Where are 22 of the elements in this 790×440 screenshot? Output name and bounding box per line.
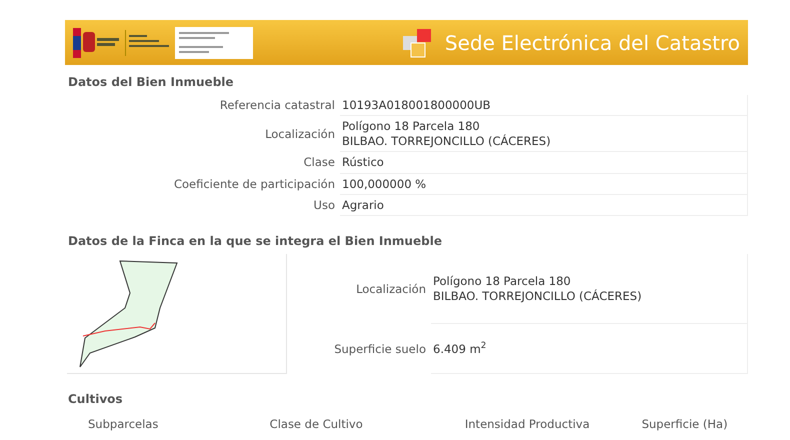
- field-value: Agrario: [340, 194, 748, 216]
- field-label: Superficie suelo: [333, 340, 427, 358]
- field-value: Polígono 18 Parcela 180 BILBAO. TORREJONCILLO (CÁCERES): [340, 116, 748, 152]
- section-heading: Cultivos: [68, 391, 124, 408]
- field-label: Localización: [355, 280, 427, 298]
- field-label: Coeficiente de participación: [172, 176, 336, 193]
- field-label: Referencia catastral: [218, 97, 336, 114]
- column-header: Clase de Cultivo: [270, 416, 364, 434]
- field-label: Uso: [312, 196, 336, 214]
- section-heading: Datos de la Finca en la que se integra el Bien Inmueble: [68, 233, 443, 250]
- field-value: Polígono 18 Parcela 180 BILBAO. TORREJONCILLO (CÁCERES): [431, 254, 748, 324]
- column-header: Intensidad Productiva: [464, 416, 591, 434]
- field-value: 10193A018001800000UB: [340, 95, 748, 116]
- field-value: 6.409 m$^{2}$: [431, 324, 748, 374]
- site-title: Sede Electrónica del Catastro: [444, 30, 740, 56]
- column-header: Superficie (Ha): [642, 416, 729, 434]
- field-value: 100,000000 %: [340, 174, 748, 195]
- section-heading: Datos del Bien Inmueble: [68, 74, 235, 91]
- field-value: Rústico: [340, 152, 748, 174]
- field-label: Clase: [302, 154, 336, 172]
- column-header: Subparcelas: [88, 416, 160, 434]
- field-label: Localización: [264, 126, 336, 143]
